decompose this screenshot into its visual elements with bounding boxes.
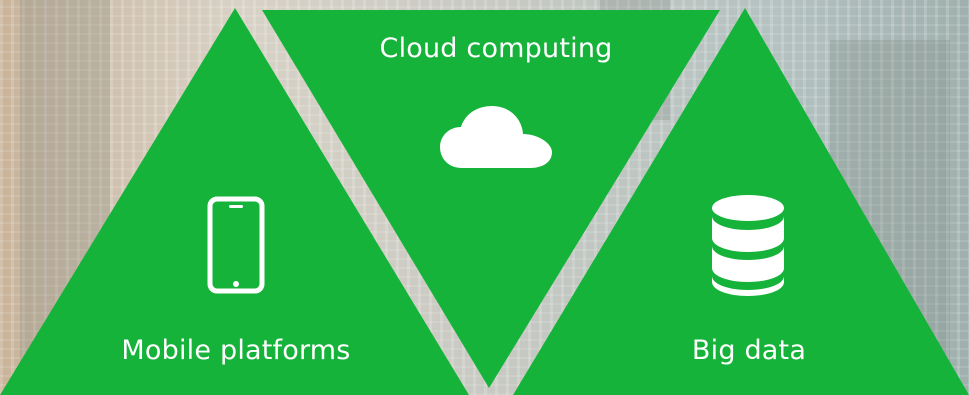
big-data-label: Big data [691,335,807,366]
mobile-platforms-label: Mobile platforms [121,335,351,366]
smartphone-icon [207,196,265,294]
cloud-computing-label: Cloud computing [379,33,613,64]
database-icon [712,195,784,296]
cloud-icon [440,106,552,168]
